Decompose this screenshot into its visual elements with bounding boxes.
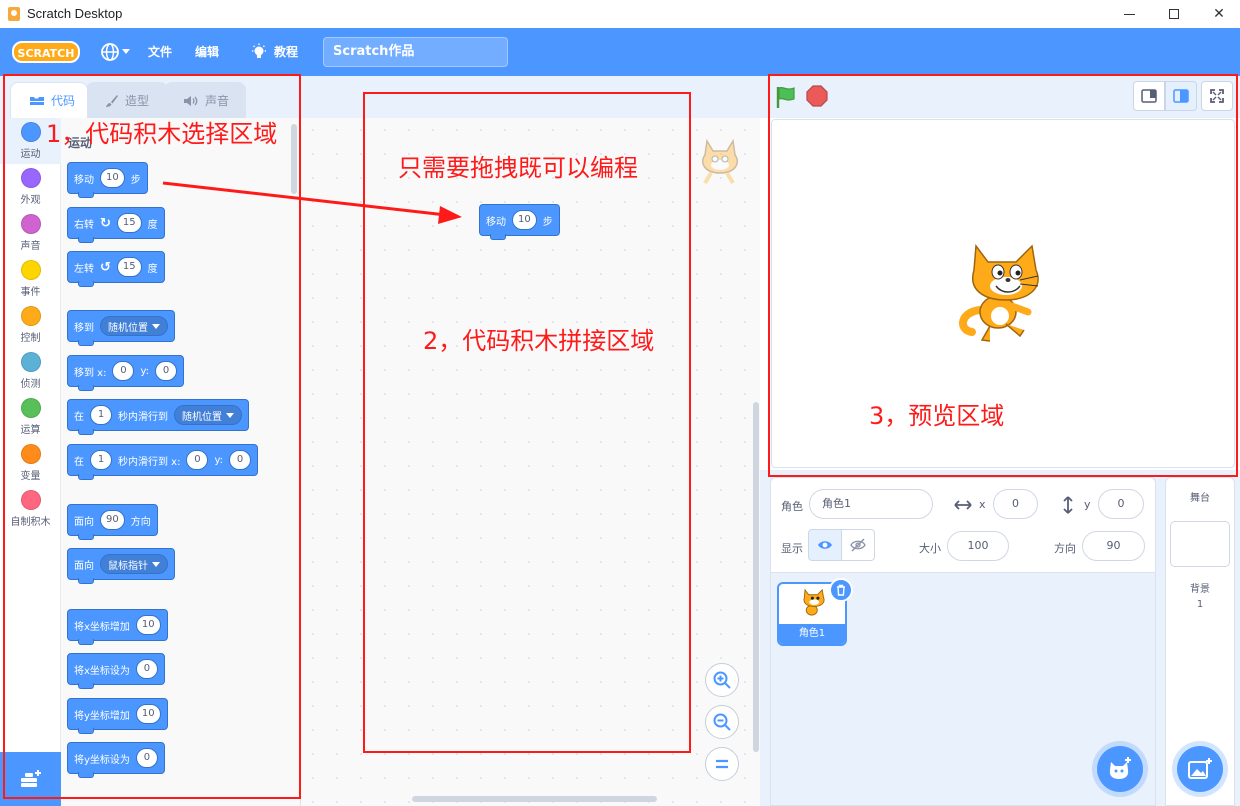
maximize-button[interactable] (1151, 0, 1197, 28)
x-position-input[interactable]: 0 (993, 489, 1038, 519)
code-icon (30, 96, 44, 105)
delete-sprite-button[interactable] (829, 578, 853, 602)
menu-bar: SCRATCH 文件 编辑 教程 Scratch作品 (0, 28, 1240, 76)
show-label: 显示 (781, 542, 803, 555)
tab-code-label: 代码 (51, 94, 76, 108)
minimize-icon (1123, 13, 1135, 15)
zoom-in-button[interactable] (705, 663, 739, 697)
lightbulb-icon (252, 43, 266, 58)
sprite-tile-name: 角色1 (779, 624, 845, 644)
hide-sprite-button[interactable] (841, 529, 875, 561)
sprite-thumbnail-icon (803, 588, 825, 616)
y-position-input[interactable]: 0 (1098, 489, 1144, 519)
close-button[interactable]: ✕ (1196, 0, 1240, 28)
direction-input[interactable]: 90 (1082, 531, 1145, 561)
add-backdrop-button[interactable] (1177, 746, 1223, 792)
y-label: y (1084, 498, 1091, 511)
scratch-logo[interactable]: SCRATCH (12, 40, 80, 64)
horizontal-arrows-icon (954, 500, 972, 510)
zoom-out-icon (713, 713, 731, 731)
size-input[interactable]: 100 (947, 531, 1009, 561)
sprite-name-input[interactable]: 角色1 (809, 489, 933, 519)
add-sprite-button[interactable] (1097, 746, 1143, 792)
stage-panel-title: 舞台 (1190, 493, 1210, 504)
zoom-reset-button[interactable] (705, 747, 739, 781)
x-label: x (979, 498, 986, 511)
annotation-label-script-area: 2，代码积木拼接区域 (423, 327, 655, 355)
caret-down-icon (122, 49, 130, 54)
sprite-watermark-icon (701, 138, 739, 185)
eye-icon (818, 541, 832, 549)
script-vertical-scrollbar[interactable] (753, 402, 759, 752)
sprite-label: 角色 (781, 500, 803, 513)
size-label: 大小 (919, 542, 941, 555)
annotation-label-palette: 1，代码积木选择区域 (46, 120, 278, 148)
project-title-input[interactable]: Scratch作品 (323, 37, 508, 67)
tab-code[interactable]: 代码 (10, 82, 88, 118)
add-backdrop-icon (1188, 758, 1212, 779)
add-sprite-icon (1109, 757, 1131, 779)
zoom-out-button[interactable] (705, 705, 739, 739)
window-titlebar: Scratch Desktop ✕ (0, 0, 1240, 28)
backdrop-count: 1 (1196, 599, 1204, 610)
vertical-arrows-icon (1063, 496, 1073, 514)
tutorials-menu[interactable]: 教程 (250, 42, 298, 62)
tutorials-label: 教程 (274, 45, 299, 59)
backdrop-thumbnail[interactable] (1170, 521, 1230, 567)
logo-text: SCRATCH (18, 47, 75, 60)
maximize-icon (1169, 9, 1179, 19)
file-menu[interactable]: 文件 (148, 42, 172, 62)
annotation-box-palette (3, 74, 301, 799)
zoom-in-icon (713, 671, 731, 689)
direction-label: 方向 (1054, 542, 1076, 555)
annotation-label-stage: 3，预览区域 (869, 402, 1005, 430)
annotation-box-script-area (363, 92, 691, 753)
language-menu[interactable] (100, 42, 130, 62)
globe-icon (101, 43, 119, 61)
show-sprite-button[interactable] (808, 529, 842, 561)
close-icon: ✕ (1213, 6, 1225, 22)
eye-slash-icon (850, 538, 866, 552)
minimize-button[interactable] (1106, 0, 1152, 28)
backdrop-label: 背景 (1190, 584, 1210, 595)
annotation-label-drag-hint: 只需要拖拽既可以编程 (398, 154, 638, 182)
script-horizontal-scrollbar[interactable] (412, 796, 657, 802)
app-icon (8, 7, 20, 21)
edit-menu[interactable]: 编辑 (195, 42, 219, 62)
trash-icon (837, 584, 845, 596)
window-title: Scratch Desktop (27, 6, 123, 21)
zoom-reset-icon (716, 759, 728, 769)
